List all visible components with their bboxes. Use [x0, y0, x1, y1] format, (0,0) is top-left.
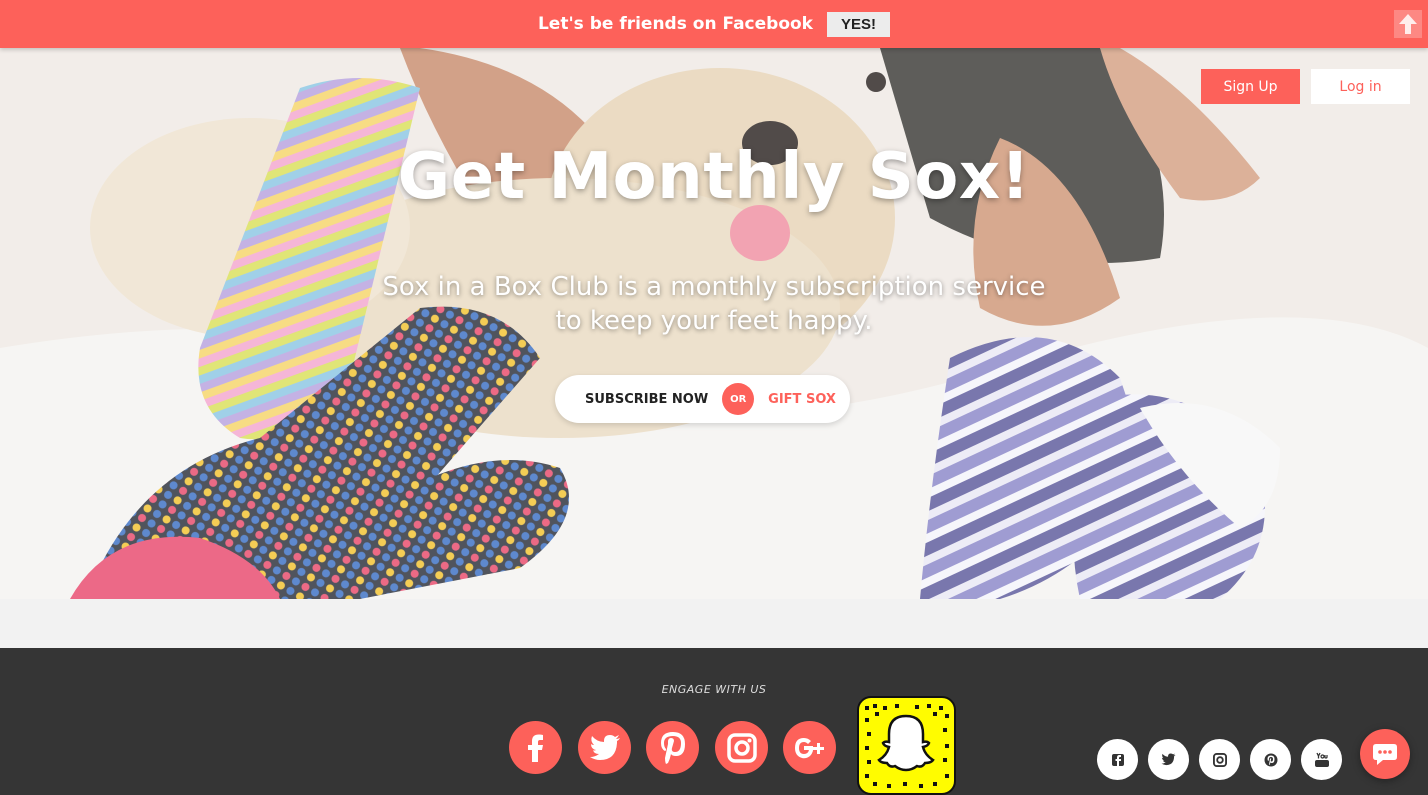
instagram-link[interactable]: [715, 721, 768, 774]
tagline-line-2: to keep your feet happy.: [555, 306, 873, 336]
footer-facebook-link[interactable]: [1097, 739, 1138, 780]
facebook-yes-button[interactable]: YES!: [827, 11, 891, 37]
hero-tagline: Sox in a Box Club is a monthly subscript…: [0, 270, 1428, 338]
footer-twitter-link[interactable]: [1148, 739, 1189, 780]
pinterest-icon: [660, 731, 685, 764]
google-plus-icon: [794, 737, 824, 758]
login-button[interactable]: Log in: [1311, 69, 1410, 104]
footer-youtube-link[interactable]: [1301, 739, 1342, 780]
facebook-banner: Let's be friends on Facebook YES!: [0, 0, 1428, 48]
scroll-top-button[interactable]: [1394, 10, 1422, 38]
gift-sox-button[interactable]: GIFT SOX: [768, 392, 836, 407]
twitter-icon: [589, 734, 620, 760]
engage-label: ENGAGE WITH US: [661, 683, 767, 696]
google-plus-link[interactable]: [783, 721, 836, 774]
banner-message: Let's be friends on Facebook: [537, 14, 813, 34]
facebook-icon: [527, 734, 543, 762]
hero-title: Get Monthly Sox!: [397, 140, 1031, 214]
footer: ENGAGE WITH US: [0, 648, 1428, 795]
pinterest-icon: [1264, 753, 1277, 766]
instagram-icon: [726, 732, 757, 763]
chat-launcher-button[interactable]: [1360, 729, 1410, 779]
instagram-icon: [1212, 752, 1227, 767]
youtube-icon: [1314, 752, 1329, 767]
twitter-link[interactable]: [578, 721, 631, 774]
facebook-link[interactable]: [509, 721, 562, 774]
snapchat-ghost-icon: [865, 704, 949, 788]
facebook-icon: [1111, 753, 1124, 766]
footer-instagram-link[interactable]: [1199, 739, 1240, 780]
subscribe-now-button[interactable]: SUBSCRIBE NOW: [585, 392, 708, 407]
twitter-icon: [1161, 753, 1176, 766]
or-badge: OR: [722, 383, 755, 415]
footer-pinterest-link[interactable]: [1250, 739, 1291, 780]
auth-buttons: Sign Up Log in: [1201, 69, 1410, 104]
pinterest-link[interactable]: [646, 721, 699, 774]
snapchat-code[interactable]: [857, 696, 956, 795]
tagline-line-1: Sox in a Box Club is a monthly subscript…: [382, 272, 1046, 302]
hero-section: Sign Up Log in Get Monthly Sox! Sox in a…: [0, 48, 1428, 599]
signup-button[interactable]: Sign Up: [1201, 69, 1300, 104]
chat-bubble-icon: [1373, 744, 1397, 765]
arrow-up-icon: [1399, 14, 1417, 34]
cta-pill: SUBSCRIBE NOW OR GIFT SOX: [555, 375, 850, 423]
